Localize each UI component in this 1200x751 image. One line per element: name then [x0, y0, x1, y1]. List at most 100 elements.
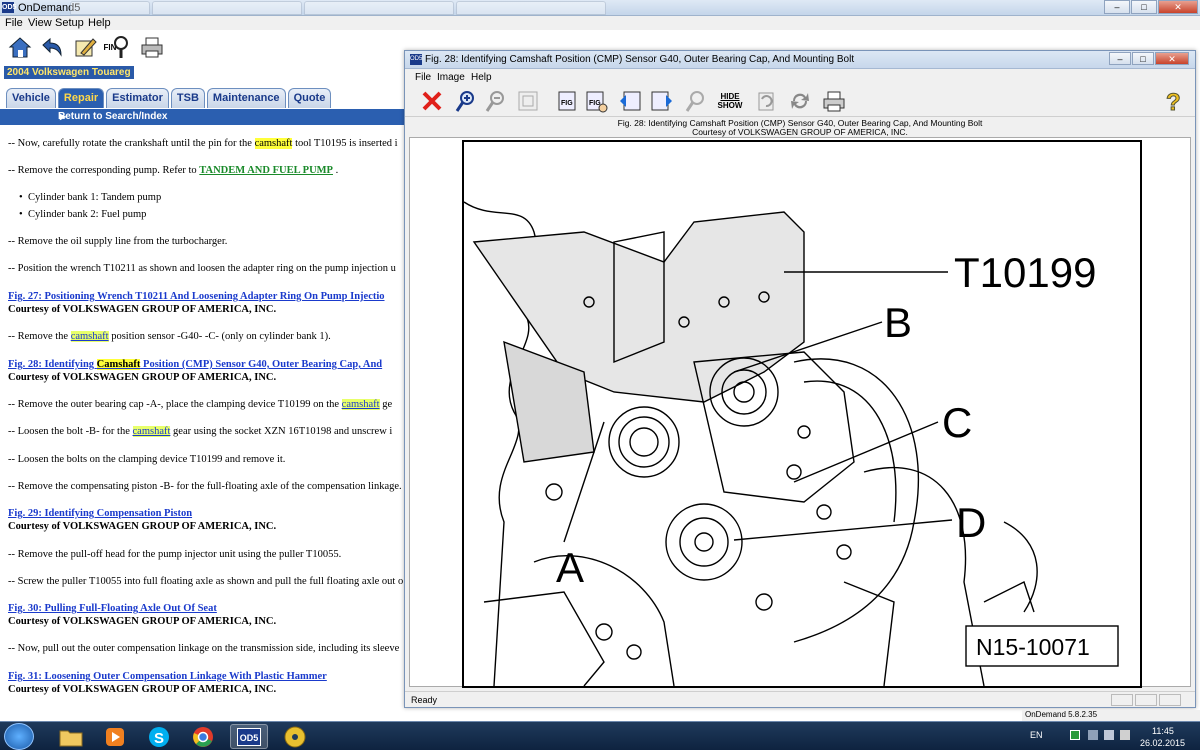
courtesy-text: Courtesy of VOLKSWAGEN GROUP OF AMERICA,… [8, 372, 277, 383]
maximize-button[interactable]: □ [1131, 0, 1157, 14]
camshaft-diagram: T10199 B C D A N15-10071 [462, 140, 1142, 688]
find-icon[interactable]: FIN [100, 34, 134, 60]
label-t10199: T10199 [954, 249, 1096, 296]
search-highlight[interactable]: camshaft [70, 331, 109, 342]
tab-vehicle[interactable]: Vehicle [6, 88, 56, 108]
network-icon[interactable] [1104, 730, 1114, 740]
search-highlight[interactable]: camshaft [132, 426, 171, 437]
previous-figure-icon[interactable] [617, 88, 643, 114]
menu-image[interactable]: Image [437, 72, 465, 83]
main-toolbar: FIN [0, 30, 405, 64]
od5-logo-icon: OD5 [410, 54, 422, 65]
main-menubar: File View Setup Help [0, 16, 1200, 30]
figure-menubar: File Image Help [405, 70, 1195, 85]
courtesy-text: Courtesy of VOLKSWAGEN GROUP OF AMERICA,… [8, 521, 277, 532]
print-icon[interactable] [821, 88, 847, 114]
svg-text:S: S [154, 730, 164, 747]
status-cell [1111, 694, 1133, 706]
menu-view[interactable]: View [28, 17, 52, 29]
fit-to-window-icon[interactable] [515, 88, 541, 114]
rotate-icon[interactable] [753, 88, 779, 114]
search-highlight[interactable]: camshaft [341, 399, 380, 410]
home-icon[interactable] [6, 34, 34, 60]
hide-show-button[interactable]: HIDE SHOW [715, 88, 745, 114]
refresh-icon[interactable] [787, 88, 813, 114]
tab-repair[interactable]: Repair [57, 88, 105, 108]
skype-icon[interactable]: S [140, 724, 178, 749]
list-item: Cylinder bank 2: Fuel pump [19, 209, 146, 220]
courtesy-text: Courtesy of VOLKSWAGEN GROUP OF AMERICA,… [8, 684, 277, 695]
od5-icon[interactable]: OD5 [230, 724, 268, 749]
language-indicator[interactable]: EN [1030, 730, 1043, 740]
media-player-icon[interactable] [96, 724, 134, 749]
print-icon[interactable] [138, 34, 166, 60]
menu-file[interactable]: File [5, 17, 23, 29]
tab-estimator[interactable]: Estimator [106, 88, 169, 108]
first-figure-icon[interactable]: FIG [553, 88, 579, 114]
background-browser-tab [456, 1, 606, 15]
tab-tsb[interactable]: TSB [170, 88, 205, 108]
doc-paragraph: -- Loosen the bolt -B- for the camshaft … [8, 426, 393, 437]
figure-title-bar[interactable]: OD5 Fig. 28: Identifying Camshaft Positi… [405, 51, 1195, 69]
fig-27-link[interactable]: Fig. 27: Positioning Wrench T10211 And L… [8, 291, 385, 302]
return-link-label: Return to Search/Index [58, 111, 168, 122]
close-icon[interactable] [419, 88, 445, 114]
zoom-in-icon[interactable] [453, 88, 479, 114]
clock-time[interactable]: 11:45 [1152, 726, 1174, 736]
close-button[interactable]: ✕ [1158, 0, 1198, 14]
figure-pan-icon[interactable]: FIG [583, 88, 609, 114]
fig-28-link[interactable]: Fig. 28: Identifying Camshaft Position (… [8, 359, 382, 370]
return-to-search-link[interactable]: ▶ Return to Search/Index [0, 109, 410, 125]
doc-paragraph: -- Remove the camshaft position sensor -… [8, 331, 331, 342]
svg-text:?: ? [1166, 89, 1181, 114]
windows-taskbar: S OD5 EN 11:45 26.02.2015 [0, 721, 1200, 750]
doc-paragraph: -- Loosen the bolts on the clamping devi… [8, 454, 286, 465]
zoom-out-icon[interactable] [483, 88, 509, 114]
tandem-fuel-pump-link[interactable]: TANDEM AND FUEL PUMP [199, 165, 333, 176]
help-icon[interactable]: ? [1161, 88, 1187, 115]
courtesy-text: Courtesy of VOLKSWAGEN GROUP OF AMERICA,… [8, 616, 277, 627]
fig-31-link[interactable]: Fig. 31: Loosening Outer Compensation Li… [8, 671, 327, 682]
figure-caption: Fig. 28: Identifying Camshaft Position (… [617, 118, 983, 137]
close-button[interactable]: ✕ [1155, 52, 1189, 65]
system-tray: EN 11:45 26.02.2015 [1024, 722, 1200, 751]
background-browser-tab [70, 1, 150, 15]
status-cell [1135, 694, 1157, 706]
doc-paragraph: -- Now, carefully rotate the crankshaft … [8, 138, 398, 149]
fig-29-link[interactable]: Fig. 29: Identifying Compensation Piston [8, 508, 192, 519]
back-icon[interactable] [38, 34, 66, 60]
figure-window-title: Fig. 28: Identifying Camshaft Position (… [425, 54, 855, 65]
folder-icon[interactable] [52, 724, 90, 749]
next-figure-icon[interactable] [649, 88, 675, 114]
doc-paragraph: -- Screw the puller T10055 into full flo… [8, 576, 404, 587]
clock-date[interactable]: 26.02.2015 [1140, 738, 1185, 748]
figure-status-bar: Ready [405, 691, 1195, 707]
edit-icon[interactable] [72, 34, 100, 60]
list-item: Cylinder bank 1: Tandem pump [19, 192, 161, 203]
find-figure-icon[interactable] [683, 88, 709, 114]
chrome-icon[interactable] [184, 724, 222, 749]
svg-text:FIG: FIG [561, 100, 573, 107]
doc-paragraph: -- Remove the pull-off head for the pump… [8, 549, 342, 560]
menu-file[interactable]: File [415, 72, 431, 83]
figure-image-area[interactable]: T10199 B C D A N15-10071 [409, 137, 1191, 688]
status-cell [1159, 694, 1181, 706]
search-highlight[interactable]: camshaft [254, 138, 293, 149]
tray-app-icon[interactable] [1070, 730, 1080, 740]
label-b: B [884, 299, 912, 346]
tab-quote[interactable]: Quote [287, 88, 332, 108]
fig-30-link[interactable]: Fig. 30: Pulling Full-Floating Axle Out … [8, 603, 217, 614]
courtesy-text: Courtesy of VOLKSWAGEN GROUP OF AMERICA,… [8, 304, 277, 315]
maximize-button[interactable]: □ [1132, 52, 1154, 65]
disc-icon[interactable] [276, 724, 314, 749]
main-title-bar: OD5 OnDemand5 – □ ✕ [0, 0, 1200, 16]
volume-icon[interactable] [1120, 730, 1130, 740]
flag-icon[interactable] [1088, 730, 1098, 740]
menu-help[interactable]: Help [88, 17, 111, 29]
tab-maintenance[interactable]: Maintenance [206, 88, 286, 108]
minimize-button[interactable]: – [1109, 52, 1131, 65]
menu-setup[interactable]: Setup [55, 17, 84, 29]
minimize-button[interactable]: – [1104, 0, 1130, 14]
menu-help[interactable]: Help [471, 72, 492, 83]
start-orb-icon[interactable] [4, 723, 34, 750]
